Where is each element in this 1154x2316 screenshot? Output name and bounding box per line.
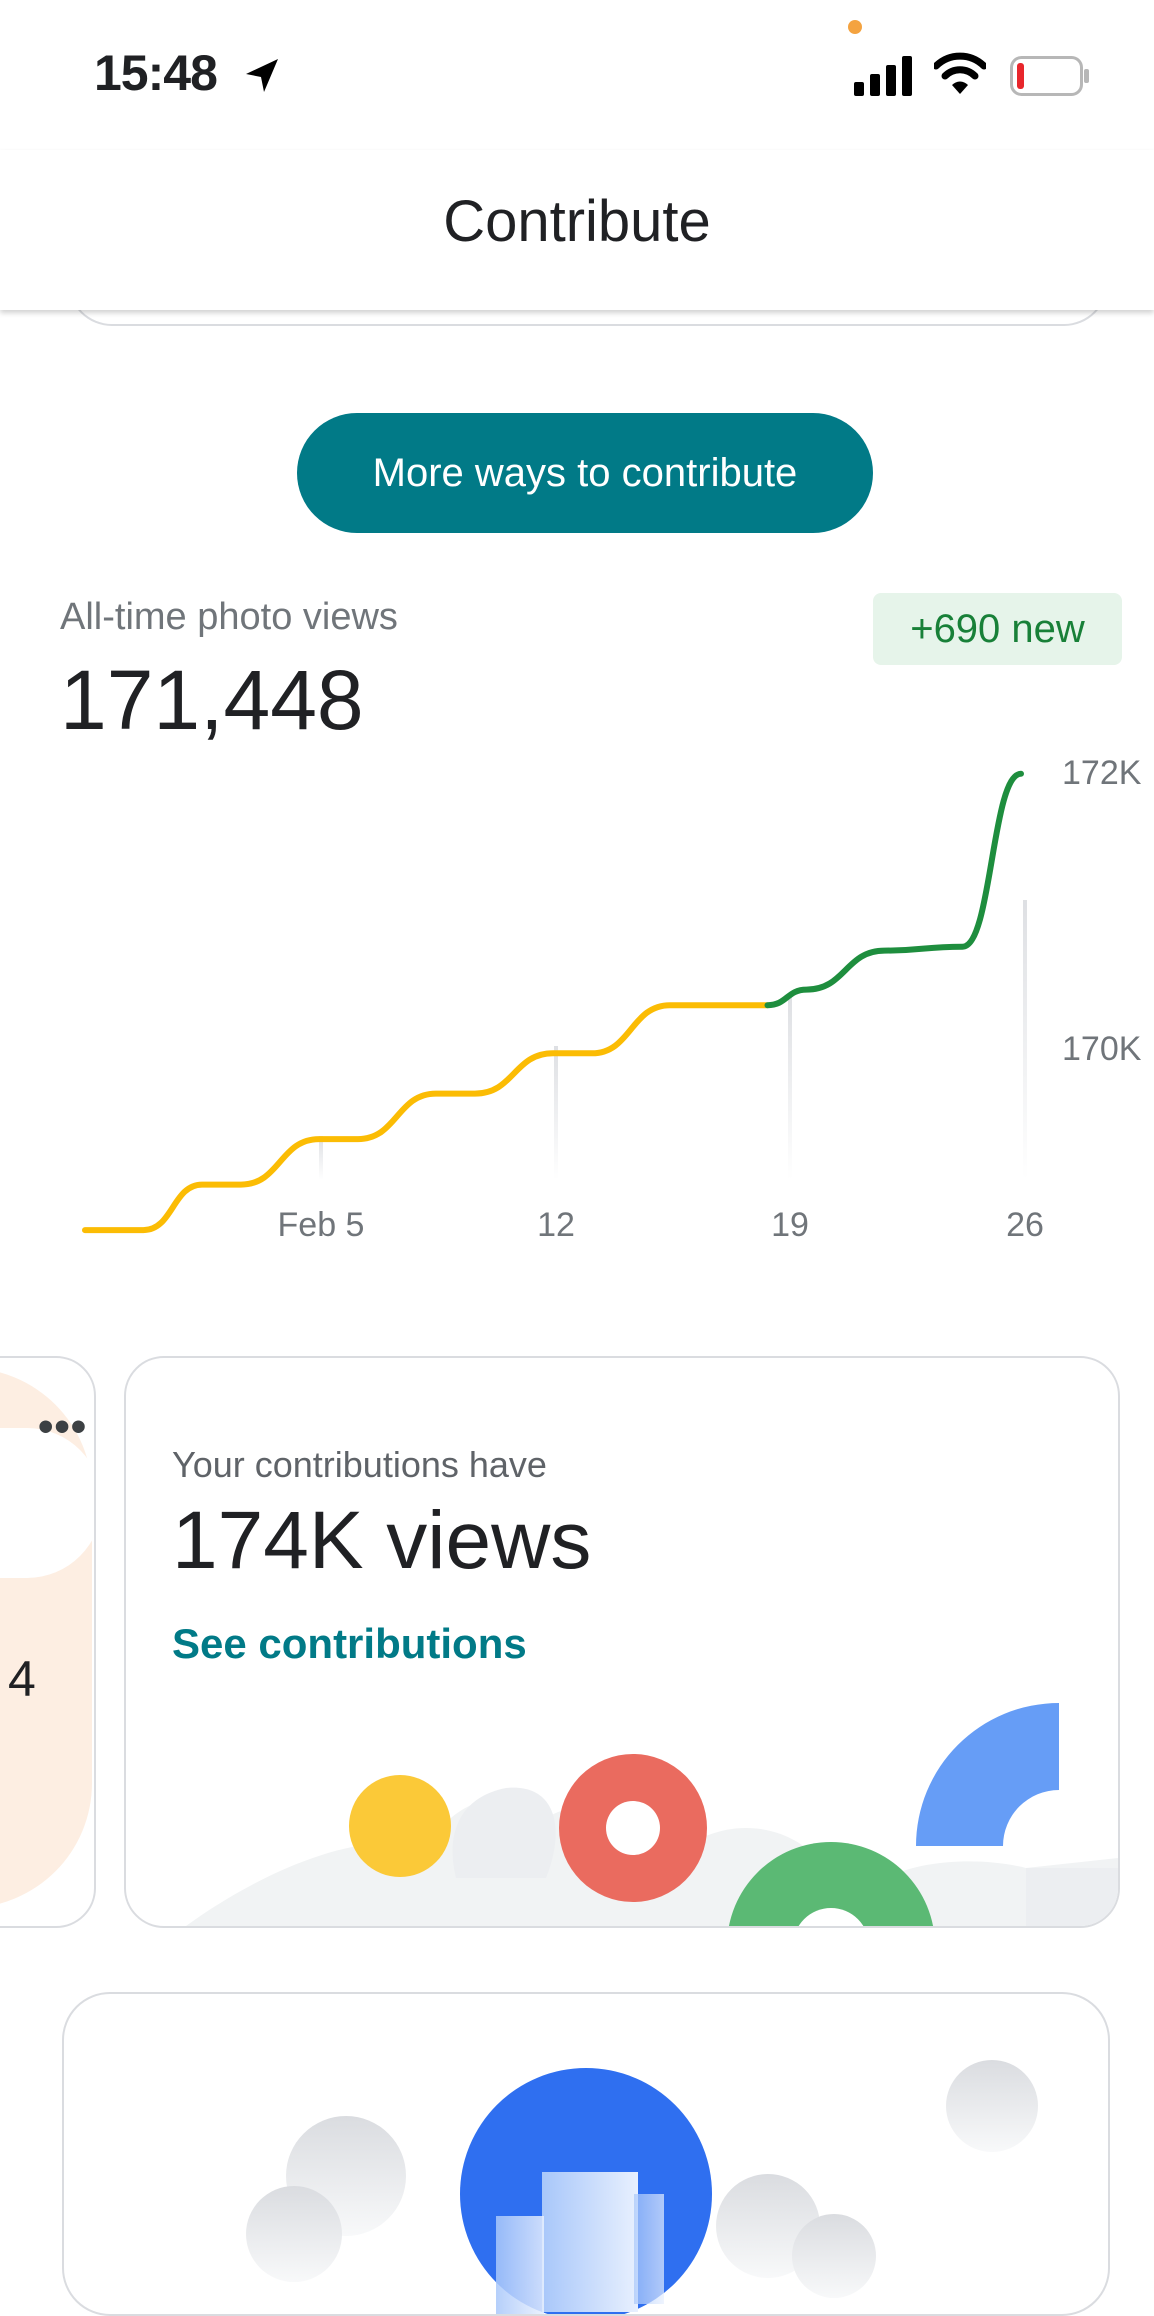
status-time: 15:48 [94, 45, 218, 101]
contributions-views-value: 174K views [172, 1495, 592, 1586]
privacy-indicator-dot [848, 20, 862, 34]
photo-views-value: 171,448 [60, 653, 364, 747]
wifi-icon [934, 52, 986, 94]
chart-gridline [788, 994, 792, 1180]
next-card[interactable] [62, 1992, 1110, 2316]
location-arrow-icon [246, 59, 278, 92]
chart-series-line-previous [82, 1002, 771, 1234]
chart-y-tick-label: 170K [1062, 1030, 1142, 1068]
contributions-caption: Your contributions have [172, 1444, 547, 1485]
page-title: Contribute [443, 189, 711, 254]
chart-series-line-recent [764, 770, 1024, 1009]
chart-x-tick-label: 12 [537, 1206, 575, 1244]
photo-views-label: All-time photo views [60, 596, 398, 638]
chart-x-tick-label: 26 [1006, 1206, 1044, 1244]
hot-air-balloon-illustration [246, 2060, 1038, 2314]
signal-icon [854, 56, 912, 96]
chart-gridline [1023, 900, 1027, 1180]
stat-number: 4 [8, 1651, 36, 1707]
chart-x-tick-label: 19 [771, 1206, 809, 1244]
more-options-icon[interactable]: ••• [38, 1402, 87, 1452]
battery-low-icon [1010, 56, 1089, 96]
new-views-badge: +690 new [873, 593, 1122, 665]
chart-y-tick-label: 172K [1062, 754, 1142, 792]
chart-gridline [319, 1136, 323, 1180]
photo-views-chart: Feb 5 12 19 26 172K 170K [82, 754, 1142, 1244]
more-ways-to-contribute-button[interactable]: More ways to contribute [297, 413, 873, 533]
chart-gridline [554, 1046, 558, 1180]
chart-x-tick-label: Feb 5 [278, 1206, 365, 1244]
see-contributions-link[interactable]: See contributions [172, 1620, 527, 1668]
